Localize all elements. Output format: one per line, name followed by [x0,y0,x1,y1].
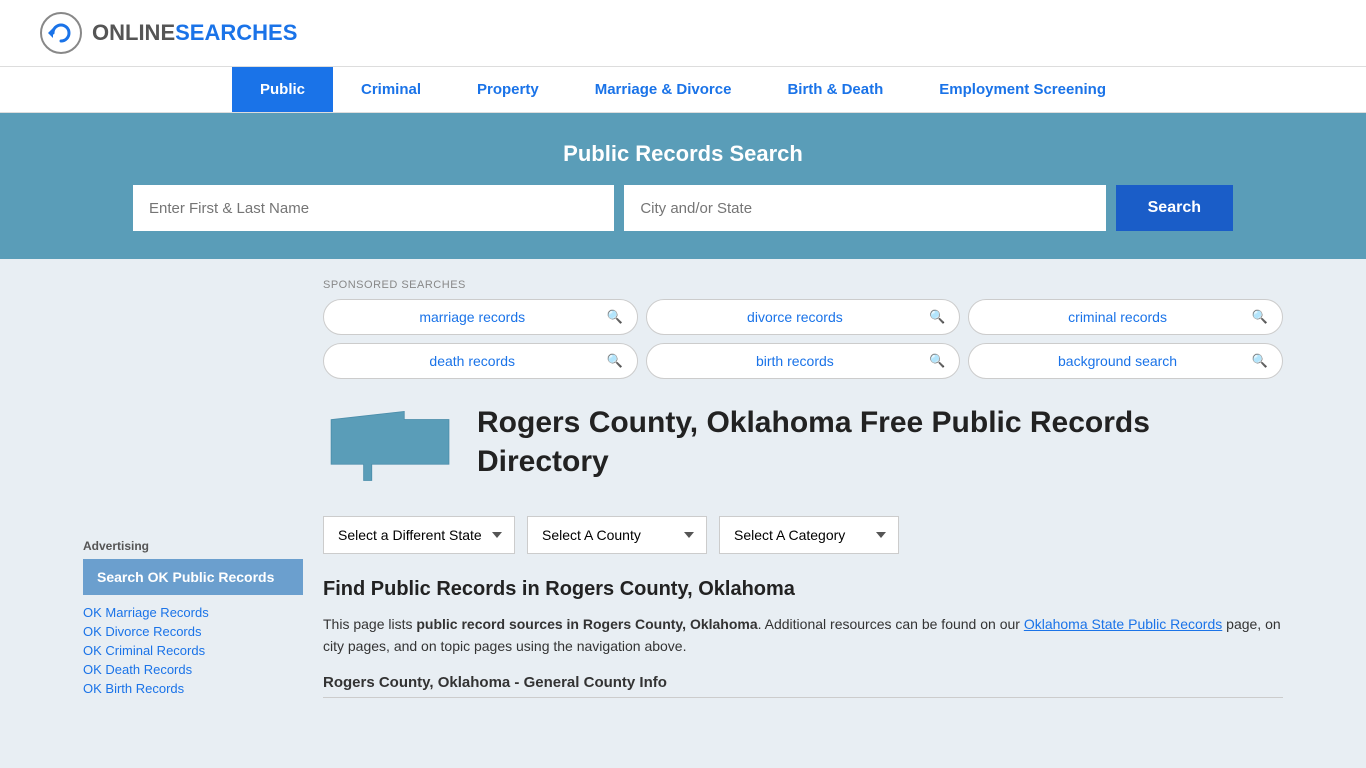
site-header: ONLINESEARCHES [0,0,1366,67]
main-wrapper: Advertising Search OK Public Records OK … [63,259,1303,718]
oklahoma-state-link[interactable]: Oklahoma State Public Records [1024,616,1222,632]
search-icon: 🔍 [929,309,945,325]
name-input[interactable] [133,185,614,231]
search-icon: 🔍 [606,353,622,369]
search-banner-title: Public Records Search [40,141,1326,167]
sidebar-ad-box[interactable]: Search OK Public Records [83,559,303,595]
nav-item-property[interactable]: Property [449,67,567,112]
sidebar-link-death[interactable]: OK Death Records [83,662,303,677]
county-title: Rogers County, Oklahoma Free Public Reco… [477,403,1283,481]
sponsored-label: SPONSORED SEARCHES [323,279,1283,291]
find-desc-part2: . Additional resources can be found on o… [758,616,1024,632]
sidebar-link-divorce[interactable]: OK Divorce Records [83,624,303,639]
nav-item-criminal[interactable]: Criminal [333,67,449,112]
sponsored-link-criminal[interactable]: criminal records [983,309,1251,325]
nav-item-public[interactable]: Public [232,67,333,112]
search-button[interactable]: Search [1116,185,1233,231]
sponsored-link-divorce[interactable]: divorce records [661,309,929,325]
city-state-input[interactable] [624,185,1105,231]
dropdown-row: Select a Different State Select A County… [323,516,1283,554]
search-banner: Public Records Search Search [0,113,1366,259]
state-map [323,403,453,496]
sidebar-link-marriage[interactable]: OK Marriage Records [83,605,303,620]
logo-text: ONLINESEARCHES [92,20,297,46]
sponsored-item-criminal[interactable]: criminal records 🔍 [968,299,1283,335]
sponsored-link-death[interactable]: death records [338,353,606,369]
nav-item-employment[interactable]: Employment Screening [911,67,1134,112]
find-desc-part1: This page lists [323,616,416,632]
nav-item-marriage-divorce[interactable]: Marriage & Divorce [567,67,760,112]
category-dropdown[interactable]: Select A Category [719,516,899,554]
county-info-title: Rogers County, Oklahoma - General County… [323,674,1283,698]
search-icon: 🔍 [1252,353,1268,369]
sponsored-item-divorce[interactable]: divorce records 🔍 [646,299,961,335]
sidebar-link-criminal[interactable]: OK Criminal Records [83,643,303,658]
search-icon: 🔍 [929,353,945,369]
oklahoma-map-svg [323,403,453,493]
find-records-description: This page lists public record sources in… [323,613,1283,658]
sponsored-link-marriage[interactable]: marriage records [338,309,606,325]
advertising-label: Advertising [83,539,303,553]
sponsored-link-birth[interactable]: birth records [661,353,929,369]
content-area: SPONSORED SEARCHES marriage records 🔍 di… [323,279,1283,698]
state-dropdown[interactable]: Select a Different State [323,516,515,554]
sidebar-links: OK Marriage Records OK Divorce Records O… [83,605,303,696]
logo[interactable]: ONLINESEARCHES [40,12,297,54]
sponsored-item-birth[interactable]: birth records 🔍 [646,343,961,379]
sponsored-grid: marriage records 🔍 divorce records 🔍 cri… [323,299,1283,379]
logo-icon [40,12,82,54]
sponsored-link-background[interactable]: background search [983,353,1251,369]
sponsored-item-death[interactable]: death records 🔍 [323,343,638,379]
county-dropdown[interactable]: Select A County [527,516,707,554]
sidebar: Advertising Search OK Public Records OK … [83,279,303,698]
main-nav: Public Criminal Property Marriage & Divo… [0,67,1366,113]
sponsored-item-marriage[interactable]: marriage records 🔍 [323,299,638,335]
nav-item-birth-death[interactable]: Birth & Death [759,67,911,112]
county-header: Rogers County, Oklahoma Free Public Reco… [323,403,1283,496]
sidebar-link-birth[interactable]: OK Birth Records [83,681,303,696]
search-icon: 🔍 [1252,309,1268,325]
sponsored-item-background[interactable]: background search 🔍 [968,343,1283,379]
find-desc-bold: public record sources in Rogers County, … [416,616,757,632]
find-records-title: Find Public Records in Rogers County, Ok… [323,578,1283,601]
search-icon: 🔍 [606,309,622,325]
search-form: Search [133,185,1233,231]
